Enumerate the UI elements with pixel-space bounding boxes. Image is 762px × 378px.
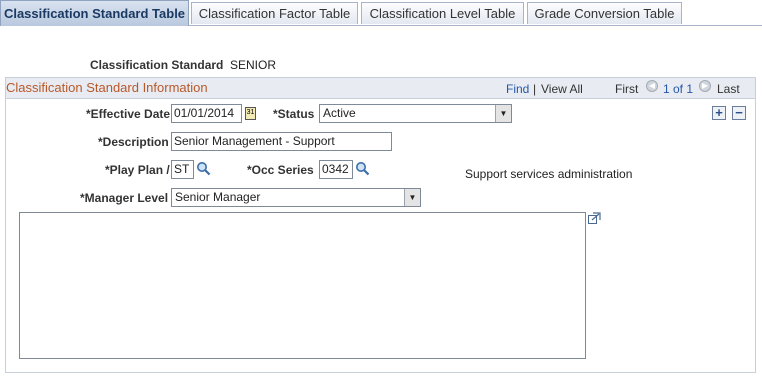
description-field[interactable]: Senior Management - Support bbox=[171, 132, 392, 151]
tab-classification-standard-table[interactable]: Classification Standard Table bbox=[0, 0, 189, 26]
nav-separator: | bbox=[533, 82, 537, 96]
description-label: *Description bbox=[98, 135, 169, 149]
long-description-textarea[interactable] bbox=[19, 212, 586, 359]
calendar-icon[interactable]: 31 bbox=[245, 107, 256, 120]
chevron-down-icon: ▼ bbox=[404, 189, 420, 206]
expand-text-icon[interactable] bbox=[588, 212, 601, 224]
first-label[interactable]: First bbox=[615, 82, 638, 96]
play-plan-field[interactable]: ST bbox=[171, 160, 194, 179]
classification-standard-label: Classification Standard bbox=[90, 58, 224, 72]
last-label[interactable]: Last bbox=[717, 82, 740, 96]
find-link[interactable]: Find bbox=[506, 82, 529, 96]
next-row-icon[interactable]: ▶ bbox=[699, 80, 711, 92]
effective-date-field[interactable]: 01/01/2014 bbox=[171, 104, 242, 123]
manager-level-label: *Manager Level bbox=[80, 191, 169, 205]
add-row-icon[interactable]: + bbox=[712, 106, 726, 120]
occ-series-field[interactable]: 0342 bbox=[319, 160, 353, 179]
occ-series-label: *Occ Series bbox=[247, 163, 314, 177]
status-select-value: Active bbox=[323, 106, 356, 120]
manager-level-select-value: Senior Manager bbox=[175, 190, 261, 204]
row-count: 1 of 1 bbox=[663, 82, 694, 96]
tab-classification-factor-table[interactable]: Classification Factor Table bbox=[191, 2, 358, 24]
play-plan-label: *Play Plan / bbox=[105, 163, 170, 177]
play-plan-lookup-icon[interactable] bbox=[196, 161, 211, 176]
previous-row-icon[interactable]: ◀ bbox=[646, 80, 658, 92]
manager-level-select[interactable]: Senior Manager ▼ bbox=[171, 188, 421, 207]
tab-classification-level-table[interactable]: Classification Level Table bbox=[361, 2, 524, 24]
occ-series-description: Support services administration bbox=[465, 167, 633, 181]
effective-date-label: *Effective Date bbox=[86, 107, 171, 121]
occ-series-lookup-icon[interactable] bbox=[355, 161, 370, 176]
status-label: *Status bbox=[273, 107, 315, 121]
tab-bar: Classification Standard Table Classifica… bbox=[0, 0, 762, 26]
group-title: Classification Standard Information bbox=[6, 80, 208, 95]
delete-row-icon[interactable]: − bbox=[732, 106, 746, 120]
chevron-down-icon: ▼ bbox=[495, 105, 511, 122]
view-all-link[interactable]: View All bbox=[541, 82, 583, 96]
status-select[interactable]: Active ▼ bbox=[319, 104, 512, 123]
classification-standard-value: SENIOR bbox=[230, 58, 277, 72]
tab-grade-conversion-table[interactable]: Grade Conversion Table bbox=[527, 2, 682, 24]
